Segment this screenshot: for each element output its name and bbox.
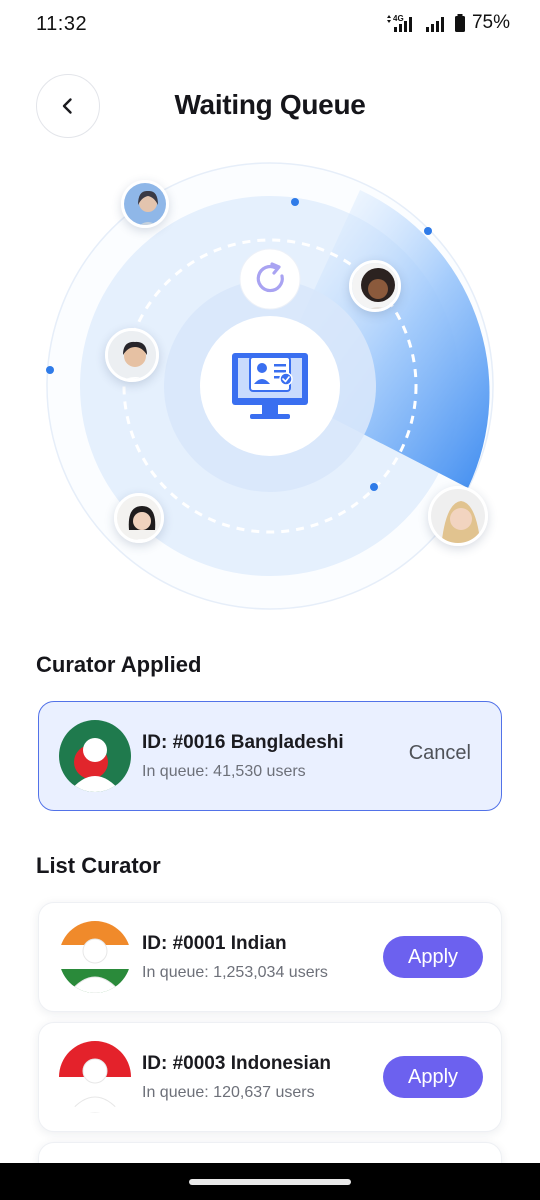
orbit-dot: [370, 483, 378, 491]
page-title: Waiting Queue: [174, 89, 366, 120]
curator-queue-count: In queue: 41,530 users: [142, 763, 306, 780]
bangladesh-flag-avatar: [59, 720, 131, 792]
svg-text:4G: 4G: [393, 14, 404, 23]
signal-4g-icon: 4G: [386, 14, 412, 32]
curator-id: ID: #0001 Indian: [142, 933, 287, 954]
radar-graphic: [46, 162, 494, 610]
flag-icon: [59, 1041, 131, 1113]
apply-button[interactable]: Apply: [383, 936, 483, 978]
list-curator-title: List Curator: [36, 853, 161, 878]
queue-avatar: [105, 328, 159, 382]
battery-icon: [454, 14, 465, 32]
flag-icon: [59, 921, 131, 993]
status-bar: 11:32 4G 75%: [0, 0, 540, 50]
curator-list-item: ID: #0003 Indonesian In queue: 120,637 u…: [38, 1022, 502, 1132]
status-icons: 4G 75%: [384, 12, 510, 34]
queue-avatar: [349, 260, 401, 312]
orbit-dot: [424, 227, 432, 235]
curator-id: ID: #0016 Bangladeshi: [142, 732, 344, 753]
queue-avatar: [428, 486, 488, 546]
signal-icon: [425, 17, 444, 32]
curator-queue-count: In queue: 1,253,034 users: [142, 964, 328, 981]
system-nav-bar: [0, 1163, 540, 1200]
queue-avatar: [121, 180, 169, 228]
status-time: 11:32: [36, 13, 88, 35]
indonesia-flag-avatar: [59, 1041, 131, 1113]
orbit-dot: [291, 198, 299, 206]
refresh-icon[interactable]: [239, 248, 301, 310]
curator-list-item: ID: #0001 Indian In queue: 1,253,034 use…: [38, 902, 502, 1012]
applied-curator-card: ID: #0016 Bangladeshi In queue: 41,530 u…: [38, 701, 502, 811]
queue-radar: [0, 150, 540, 620]
home-indicator[interactable]: [189, 1179, 351, 1185]
queue-avatar: [114, 493, 164, 543]
curator-id: ID: #0003 Indonesian: [142, 1053, 332, 1074]
orbit-dot: [46, 366, 54, 374]
india-flag-avatar: [59, 921, 131, 993]
curator-queue-count: In queue: 120,637 users: [142, 1084, 315, 1101]
curator-applied-title: Curator Applied: [36, 652, 202, 677]
battery-percent: 75%: [471, 12, 510, 33]
apply-button[interactable]: Apply: [383, 1056, 483, 1098]
cancel-button[interactable]: Cancel: [409, 742, 471, 765]
header: Waiting Queue: [0, 72, 540, 140]
flag-icon: [59, 720, 131, 792]
